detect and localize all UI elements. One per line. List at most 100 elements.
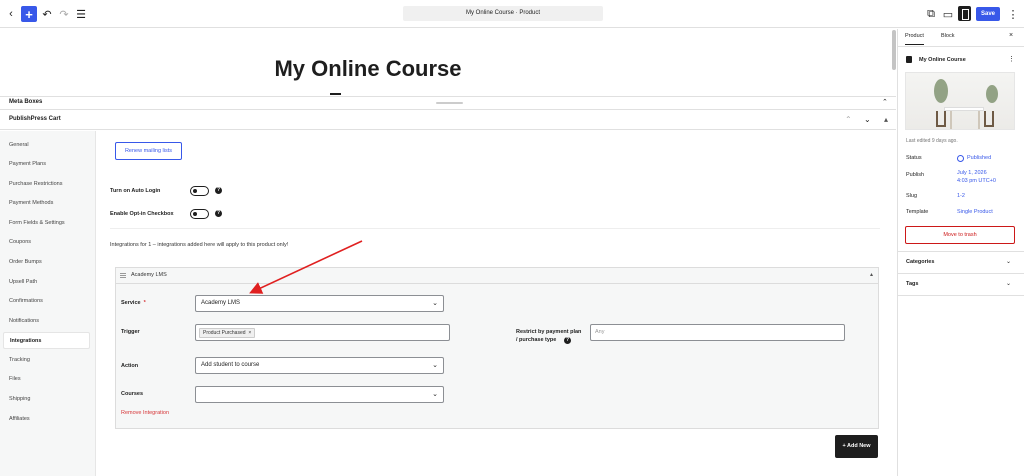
chevron-down-icon[interactable]: ⌄ — [1006, 258, 1011, 265]
close-icon[interactable]: × — [1009, 32, 1013, 39]
restrict-input[interactable]: Any — [590, 324, 845, 341]
integration-title: Academy LMS — [131, 272, 167, 278]
document-overview-icon[interactable]: ☰ — [73, 6, 89, 22]
toggle-panel-icon[interactable]: ▴ — [884, 115, 888, 124]
slug-key: Slug — [906, 193, 918, 199]
publishpress-cart-header: PublishPress Cart ⌃ ⌄ ▴ — [0, 110, 896, 130]
help-icon[interactable]: ? — [215, 210, 222, 217]
plant-shape — [986, 85, 998, 103]
editor-canvas: My Online Course — [0, 29, 890, 95]
restrict-label: Restrict by payment plan — [516, 329, 582, 335]
status-value[interactable]: Published — [967, 155, 991, 162]
integration-card: Academy LMS ▴ Service * Academy LMS ⌄ Tr… — [115, 267, 879, 429]
nav-item-files[interactable]: Files — [3, 371, 90, 388]
remove-integration-link[interactable]: Remove Integration — [121, 410, 169, 416]
nav-item-form-fields[interactable]: Form Fields & Settings — [3, 215, 90, 232]
nav-item-payment-methods[interactable]: Payment Methods — [3, 195, 90, 212]
template-value[interactable]: Single Product — [957, 209, 993, 216]
service-label: Service * — [121, 300, 146, 306]
chevron-up-icon[interactable]: ⌃ — [882, 98, 888, 106]
template-key: Template — [906, 209, 929, 215]
renew-mailing-lists-button[interactable]: Renew mailing lists — [115, 142, 182, 160]
published-status-icon — [957, 155, 964, 162]
service-value: Academy LMS — [201, 300, 241, 306]
help-icon[interactable]: ? — [564, 337, 571, 344]
nav-item-affiliates[interactable]: Affiliates — [3, 411, 90, 428]
trigger-label: Trigger — [121, 329, 140, 335]
chevron-down-icon: ⌄ — [432, 362, 438, 369]
post-title[interactable]: My Online Course — [0, 56, 736, 82]
product-icon — [906, 56, 912, 63]
divider — [898, 46, 1024, 47]
undo-icon[interactable]: ↶ — [39, 6, 55, 22]
chair-shape — [936, 111, 946, 127]
opt-in-toggle[interactable] — [190, 209, 209, 219]
categories-panel-toggle[interactable]: Categories — [906, 259, 934, 265]
meta-boxes-resize-handle[interactable] — [436, 102, 463, 104]
plus-icon[interactable]: + — [21, 6, 37, 22]
block-placeholder-dash — [330, 93, 341, 95]
move-down-icon[interactable]: ⌄ — [864, 115, 871, 124]
nav-item-coupons[interactable]: Coupons — [3, 234, 90, 251]
nav-item-order-bumps[interactable]: Order Bumps — [3, 254, 90, 271]
collapse-caret-icon[interactable]: ▴ — [870, 271, 873, 278]
drag-handle-icon[interactable] — [120, 273, 126, 278]
tags-panel-toggle[interactable]: Tags — [906, 281, 918, 287]
editor-screen: ‹ + ↶ ↷ ☰ My Online Course · Product ⧉ ▭… — [0, 0, 1024, 476]
divider — [898, 273, 1024, 274]
nav-item-shipping[interactable]: Shipping — [3, 391, 90, 408]
action-select[interactable]: Add student to course ⌄ — [195, 357, 444, 374]
courses-select[interactable]: ⌄ — [195, 386, 444, 403]
action-value: Add student to course — [201, 362, 260, 368]
redo-icon[interactable]: ↷ — [56, 6, 72, 22]
auto-login-toggle[interactable] — [190, 186, 209, 196]
settings-sidebar-toggle-icon[interactable] — [958, 6, 971, 21]
courses-label: Courses — [121, 391, 144, 397]
tab-product[interactable]: Product — [905, 33, 924, 45]
top-toolbar: ‹ + ↶ ↷ ☰ My Online Course · Product ⧉ ▭… — [0, 0, 1024, 28]
document-title-bar[interactable]: My Online Course · Product — [403, 6, 603, 21]
table-leg-shape — [978, 111, 980, 129]
publish-time[interactable]: 4:03 pm UTC+0 — [957, 178, 996, 185]
nav-item-payment-plans[interactable]: Payment Plans — [3, 156, 90, 173]
nav-item-general[interactable]: General — [3, 137, 90, 154]
tab-block[interactable]: Block — [941, 33, 954, 39]
nav-item-integrations[interactable]: Integrations — [3, 332, 90, 349]
nav-item-purchase-restrictions[interactable]: Purchase Restrictions — [3, 176, 90, 193]
back-icon[interactable]: ‹ — [3, 6, 19, 22]
chevron-down-icon[interactable]: ⌄ — [1006, 280, 1011, 287]
move-to-trash-button[interactable]: Move to trash — [905, 226, 1015, 244]
trigger-input[interactable]: Product Purchased × — [195, 324, 450, 341]
action-label: Action — [121, 363, 139, 369]
chair-shape — [984, 111, 994, 127]
nav-item-tracking[interactable]: Tracking — [3, 352, 90, 369]
trigger-tag: Product Purchased × — [199, 328, 256, 338]
nav-item-notifications[interactable]: Notifications — [3, 313, 90, 330]
publishpress-cart-label: PublishPress Cart — [9, 116, 61, 122]
view-external-icon[interactable]: ⧉ — [923, 6, 939, 22]
meta-boxes-label: Meta Boxes — [9, 99, 43, 105]
cart-settings-nav: General Payment Plans Purchase Restricti… — [0, 131, 96, 476]
divider — [898, 295, 1024, 296]
options-kebab-icon[interactable]: ⋮ — [1005, 6, 1021, 22]
meta-boxes-bar: Meta Boxes ⌃ — [0, 96, 896, 110]
publish-key: Publish — [906, 172, 925, 178]
featured-image[interactable] — [905, 72, 1015, 130]
integration-card-header[interactable]: Academy LMS ▴ — [116, 268, 878, 284]
canvas-scrollbar[interactable] — [892, 30, 896, 70]
publish-date[interactable]: July 1, 2026 — [957, 170, 987, 177]
slug-value[interactable]: 1-2 — [957, 193, 965, 200]
integration-card-body: Service * Academy LMS ⌄ Trigger Product … — [116, 284, 878, 428]
device-preview-icon[interactable]: ▭ — [940, 6, 956, 22]
opt-in-label: Enable Opt-in Checkbox — [110, 211, 174, 217]
nav-item-confirmations[interactable]: Confirmations — [3, 293, 90, 310]
service-select[interactable]: Academy LMS ⌄ — [195, 295, 444, 312]
add-new-integration-button[interactable]: + Add New — [835, 435, 878, 458]
tag-remove-icon[interactable]: × — [248, 330, 251, 336]
nav-item-upsell-path[interactable]: Upsell Path — [3, 274, 90, 291]
move-up-icon[interactable]: ⌃ — [845, 115, 852, 124]
chevron-down-icon: ⌄ — [432, 300, 438, 307]
kebab-menu-icon[interactable]: ⋮ — [1008, 55, 1015, 63]
save-button[interactable]: Save — [976, 7, 1000, 21]
help-icon[interactable]: ? — [215, 187, 222, 194]
